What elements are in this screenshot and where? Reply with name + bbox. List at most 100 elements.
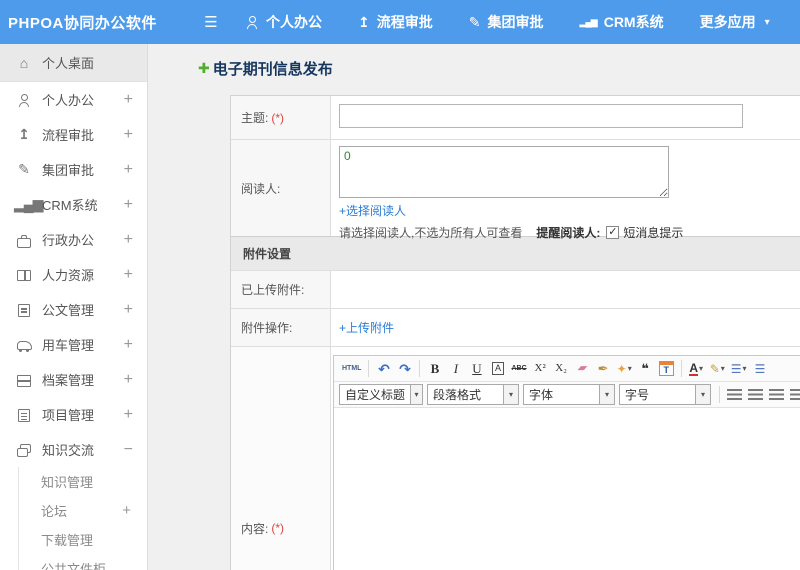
sidebar-subitem-label: 公共文件柜	[41, 562, 107, 570]
attachment-actions-label-text: 附件操作:	[241, 321, 293, 335]
sidebar-item-human-resources[interactable]: 人力资源 +	[0, 257, 147, 292]
underline-button[interactable]: U	[466, 358, 487, 379]
expand-icon[interactable]: +	[124, 301, 133, 319]
sidebar-item-workflow-approval[interactable]: ↥ 流程审批 +	[0, 117, 147, 152]
paste-text-button[interactable]: T	[656, 358, 677, 379]
upload-attachment-link[interactable]: +上传附件	[339, 319, 394, 336]
bold-button[interactable]: B	[424, 358, 445, 379]
eraser-button[interactable]: ▰	[572, 358, 593, 379]
chevron-down-icon: ▾	[410, 385, 422, 404]
readers-textarea[interactable]: 0	[339, 146, 669, 198]
subscript-button[interactable]: X₂	[551, 358, 572, 379]
paragraph-format-select[interactable]: 段落格式 ▾	[427, 384, 519, 405]
sidebar-item-knowledge-exchange[interactable]: 知识交流 −	[0, 432, 147, 467]
chevron-down-icon: ▾	[695, 385, 710, 404]
sidebar-item-personal-office[interactable]: 个人办公 +	[0, 82, 147, 117]
redo-button[interactable]: ↷	[394, 358, 415, 379]
sidebar-subitem-knowledge-management[interactable]: 知识管理	[19, 467, 147, 496]
font-size-select[interactable]: 字号 ▾	[619, 384, 711, 405]
sidebar-subitem-public-file-cabinet[interactable]: 公共文件柜	[19, 554, 147, 570]
align-justify-button[interactable]	[787, 384, 800, 405]
collapse-icon[interactable]: −	[124, 441, 133, 459]
chevron-down-icon: ▾	[503, 385, 518, 404]
app-logo: PHPOA协同办公软件	[8, 14, 157, 32]
sidebar-item-group-approval[interactable]: ✎ 集团审批 +	[0, 152, 147, 187]
expand-icon[interactable]: +	[124, 196, 133, 214]
format-brush-icon: ✒	[597, 361, 609, 376]
sidebar-item-project-management[interactable]: 项目管理 +	[0, 397, 147, 432]
custom-title-select[interactable]: 自定义标题 ▾	[339, 384, 423, 405]
sidebar-subitem-label: 论坛	[41, 504, 68, 519]
nav-label: 集团审批	[487, 14, 544, 30]
select-readers-link[interactable]: +选择阅读人	[339, 202, 406, 219]
align-right-button[interactable]	[766, 384, 787, 405]
undo-button[interactable]: ↶	[373, 358, 394, 379]
expand-icon[interactable]: +	[124, 336, 133, 354]
chat-icon	[14, 442, 34, 458]
sidebar-item-label: 个人办公	[42, 93, 95, 108]
editor-content-area[interactable]	[334, 408, 800, 570]
expand-icon[interactable]: +	[124, 231, 133, 249]
bold-icon: B	[430, 361, 440, 376]
nav-label: 个人办公	[266, 14, 322, 30]
subject-input[interactable]	[339, 104, 743, 128]
chart-icon: ▂▄▆	[579, 16, 597, 27]
highlighter-icon: ✎	[709, 361, 720, 376]
strikethrough-button[interactable]: ABC	[508, 358, 529, 379]
expand-icon[interactable]: +	[124, 406, 133, 424]
sidebar: ⌂ 个人桌面 个人办公 + ↥ 流程审批 + ✎ 集团审批 + ▂▄▆ CRM系…	[0, 44, 148, 570]
align-justify-icon	[790, 389, 800, 400]
nav-workflow-approval[interactable]: ↥ 流程审批	[358, 12, 433, 32]
nav-group-approval[interactable]: ✎ 集团审批	[469, 12, 544, 32]
ordered-list-button[interactable]: ☰ ▾	[728, 358, 750, 379]
content-row: 内容: (*) HTML ↶ ↷ B I U A ABC X² X₂ ▰ ✒ ✦…	[231, 346, 800, 570]
expand-icon[interactable]: +	[124, 371, 133, 389]
nav-personal-office[interactable]: 个人办公	[246, 12, 322, 32]
expand-icon[interactable]: +	[122, 502, 131, 519]
attachment-actions-row: 附件操作: +上传附件	[231, 308, 800, 346]
sidebar-subitem-forum[interactable]: 论坛 +	[19, 496, 147, 525]
sidebar-item-crm-system[interactable]: ▂▄▆ CRM系统 +	[0, 187, 147, 222]
sidebar-item-archive-management[interactable]: 档案管理 +	[0, 362, 147, 397]
expand-icon[interactable]: +	[124, 266, 133, 284]
sms-checkbox[interactable]: ✓	[606, 226, 620, 239]
sidebar-subitem-download-management[interactable]: 下载管理	[19, 525, 147, 554]
highlight-button[interactable]: ✎ ▾	[707, 358, 728, 379]
align-center-icon	[748, 389, 763, 400]
sidebar-subitem-label: 知识管理	[41, 475, 94, 490]
expand-icon[interactable]: +	[124, 126, 133, 144]
nav-more-apps[interactable]: 更多应用 ▾	[700, 12, 770, 32]
superscript-button[interactable]: X²	[530, 358, 551, 379]
sidebar-item-label: 人力资源	[42, 268, 95, 283]
autotypeset-button[interactable]: ✦ ▾	[614, 358, 635, 379]
hamburger-menu-button[interactable]: ☰	[200, 13, 222, 31]
nav-label: 更多应用	[699, 14, 756, 30]
person-icon	[246, 15, 259, 29]
required-mark: (*)	[271, 110, 285, 125]
sidebar-item-personal-desktop[interactable]: ⌂ 个人桌面	[0, 44, 147, 82]
html-source-button[interactable]: HTML	[339, 358, 364, 379]
toolbar-separator	[419, 360, 421, 377]
format-brush-button[interactable]: ✒	[593, 358, 614, 379]
uploaded-attachments-label: 已上传附件:	[231, 271, 331, 308]
sidebar-item-label: 公文管理	[42, 303, 95, 318]
sidebar-item-vehicle-management[interactable]: 用车管理 +	[0, 327, 147, 362]
readers-hint: 请选择阅读人,不选为所有人可查看 提醒阅读人: ✓ 短消息提示	[339, 224, 800, 241]
font-style-button[interactable]: A	[487, 358, 508, 379]
expand-icon[interactable]: +	[124, 161, 133, 179]
font-color-button[interactable]: A ▾	[686, 358, 707, 379]
unordered-list-button[interactable]: ☰	[750, 358, 771, 379]
nav-crm-system[interactable]: ▂▄▆ CRM系统	[579, 12, 663, 32]
align-left-button[interactable]	[724, 384, 745, 405]
align-right-icon	[769, 389, 784, 400]
sidebar-item-document-management[interactable]: 公文管理 +	[0, 292, 147, 327]
blockquote-button[interactable]: ❝	[635, 358, 656, 379]
sidebar-item-admin-office[interactable]: 行政办公 +	[0, 222, 147, 257]
required-mark: (*)	[271, 521, 285, 535]
expand-icon[interactable]: +	[124, 91, 133, 109]
font-family-select[interactable]: 字体 ▾	[523, 384, 615, 405]
italic-button[interactable]: I	[445, 358, 466, 379]
chevron-down-icon: ▾	[599, 385, 614, 404]
align-center-button[interactable]	[745, 384, 766, 405]
caret-down-icon: ▾	[764, 16, 770, 28]
